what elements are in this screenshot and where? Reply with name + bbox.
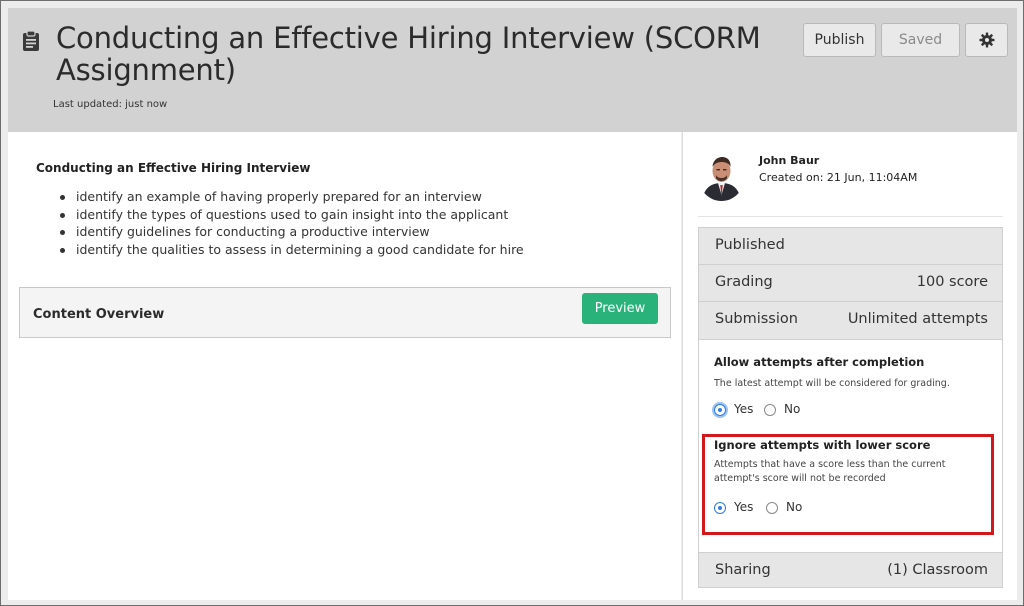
page-header: Conducting an Effective Hiring Interview… bbox=[8, 8, 1017, 132]
content-overview-panel: Content Overview Preview bbox=[19, 287, 671, 338]
published-label: Published bbox=[715, 237, 785, 253]
objectives-list: identify an example of having properly p… bbox=[58, 188, 524, 259]
settings-panel: Published Grading 100 score Submission U… bbox=[698, 227, 1003, 588]
ignore-lower-yes-label[interactable]: Yes bbox=[734, 500, 753, 514]
grading-value: 100 score bbox=[916, 274, 988, 290]
allow-attempts-title: Allow attempts after completion bbox=[714, 355, 925, 369]
grading-row[interactable]: Grading 100 score bbox=[699, 265, 1002, 302]
allow-attempts-radio-group: Yes No bbox=[714, 402, 834, 418]
sharing-label: Sharing bbox=[715, 562, 771, 578]
submission-options: Allow attempts after completion The late… bbox=[699, 339, 1002, 553]
submission-row[interactable]: Submission Unlimited attempts bbox=[699, 302, 1002, 339]
ignore-lower-yes-radio[interactable] bbox=[714, 502, 726, 514]
divider bbox=[698, 216, 1003, 217]
content-overview-label: Content Overview bbox=[33, 307, 165, 322]
allow-attempts-desc: The latest attempt will be considered fo… bbox=[714, 378, 950, 389]
list-item: identify the qualities to assess in dete… bbox=[58, 241, 524, 259]
clipboard-icon bbox=[22, 30, 40, 52]
allow-attempts-yes-radio[interactable] bbox=[714, 404, 726, 416]
preview-button[interactable]: Preview bbox=[582, 293, 658, 324]
content-title: Conducting an Effective Hiring Interview bbox=[36, 161, 311, 175]
sidebar: John Baur Created on: 21 Jun, 11:04AM Pu… bbox=[682, 132, 1017, 600]
allow-attempts-no-radio[interactable] bbox=[764, 404, 776, 416]
sharing-row[interactable]: Sharing (1) Classroom bbox=[699, 553, 1002, 590]
ignore-lower-no-radio[interactable] bbox=[766, 502, 778, 514]
avatar bbox=[698, 151, 745, 201]
submission-label: Submission bbox=[715, 311, 798, 327]
author-created-date: Created on: 21 Jun, 11:04AM bbox=[759, 171, 918, 184]
ignore-lower-no-label[interactable]: No bbox=[786, 500, 802, 514]
main-content: Conducting an Effective Hiring Interview… bbox=[8, 132, 681, 600]
grading-label: Grading bbox=[715, 274, 773, 290]
list-item: identify guidelines for conducting a pro… bbox=[58, 223, 524, 241]
ignore-lower-desc: Attempts that have a score less than the… bbox=[714, 459, 946, 484]
publish-button[interactable]: Publish bbox=[803, 23, 876, 57]
saved-button[interactable]: Saved bbox=[881, 23, 960, 57]
allow-attempts-no-label[interactable]: No bbox=[784, 402, 800, 416]
published-row[interactable]: Published bbox=[699, 228, 1002, 265]
author-name: John Baur bbox=[759, 154, 820, 167]
settings-button[interactable] bbox=[965, 23, 1008, 57]
window-frame: Conducting an Effective Hiring Interview… bbox=[0, 0, 1024, 606]
ignore-lower-radio-group: Yes No bbox=[714, 500, 834, 516]
page-title: Conducting an Effective Hiring Interview… bbox=[56, 21, 761, 87]
ignore-lower-title: Ignore attempts with lower score bbox=[714, 438, 931, 452]
sharing-value: (1) Classroom bbox=[887, 562, 988, 578]
allow-attempts-yes-label[interactable]: Yes bbox=[734, 402, 753, 416]
gear-icon bbox=[979, 32, 995, 48]
submission-value: Unlimited attempts bbox=[847, 311, 988, 327]
list-item: identify an example of having properly p… bbox=[58, 188, 524, 206]
list-item: identify the types of questions used to … bbox=[58, 206, 524, 224]
last-updated-text: Last updated: just now bbox=[53, 99, 168, 110]
